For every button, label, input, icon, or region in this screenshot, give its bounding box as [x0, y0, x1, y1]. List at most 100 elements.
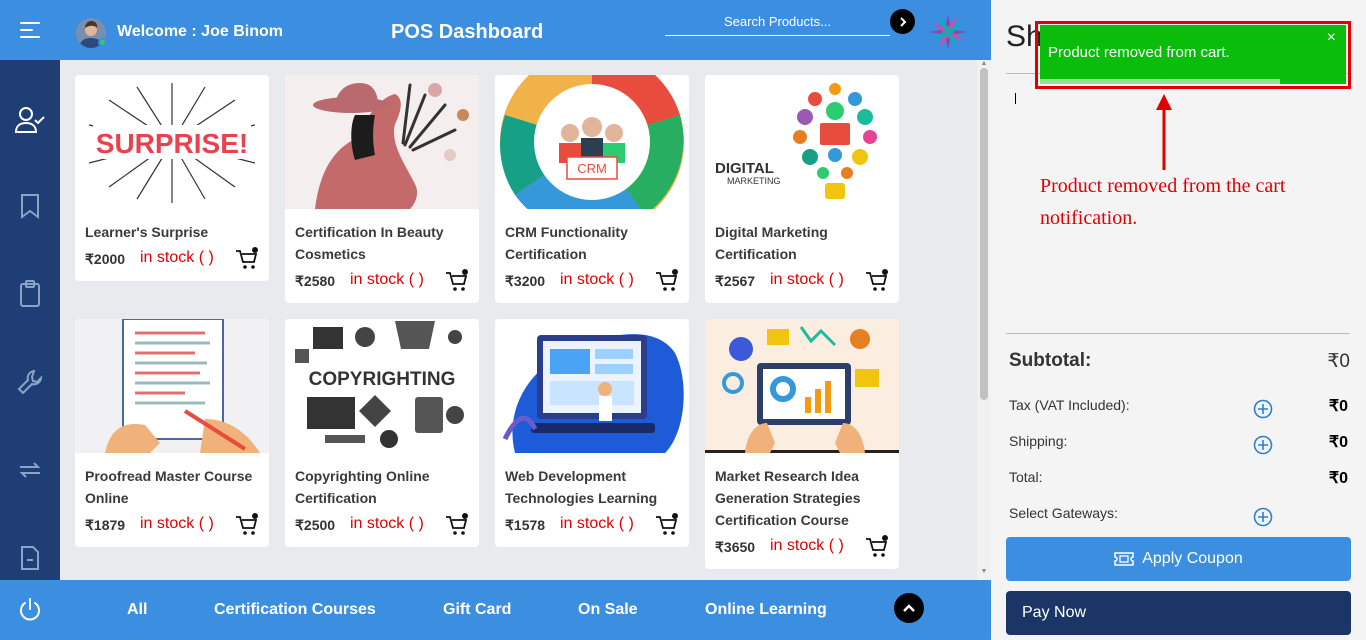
- power-icon: [20, 598, 40, 621]
- gateways-label: Select Gateways:: [1009, 505, 1118, 521]
- sidebar-item-settings[interactable]: [0, 362, 60, 402]
- shipping-label: Shipping:: [1009, 433, 1068, 449]
- svg-text:MARKETING: MARKETING: [727, 176, 781, 186]
- product-image: CRM: [495, 75, 689, 209]
- toast-progress-bar: [1040, 79, 1280, 84]
- sidebar-item-users[interactable]: [0, 100, 60, 140]
- category-gift-card[interactable]: Gift Card: [443, 601, 511, 619]
- add-to-cart-icon[interactable]: [445, 513, 469, 537]
- add-gateway-icon[interactable]: [1253, 507, 1273, 527]
- scroll-up-arrow[interactable]: ▲: [980, 60, 988, 67]
- product-image: [75, 319, 269, 453]
- product-price: ₹3200: [505, 273, 546, 289]
- stock-status: in stock ( ): [560, 515, 634, 532]
- stock-status: in stock ( ): [770, 537, 844, 554]
- product-price: ₹1578: [505, 517, 546, 533]
- user-check-icon: [15, 107, 45, 133]
- apply-coupon-button[interactable]: Apply Coupon: [1006, 537, 1351, 581]
- close-icon[interactable]: ×: [1327, 29, 1336, 47]
- product-name: Proofread Master Course Online: [85, 468, 253, 506]
- svg-text:DIGITAL: DIGITAL: [715, 160, 774, 177]
- product-card[interactable]: Proofread Master Course Online ₹1879 in …: [75, 319, 269, 547]
- add-to-cart-icon[interactable]: [655, 513, 679, 537]
- product-name: Web Development Technologies Learning: [505, 468, 658, 506]
- product-card[interactable]: SURPRISE! Learner's Surprise ₹2000 in st…: [75, 75, 269, 281]
- stock-status: in stock ( ): [350, 515, 424, 532]
- welcome-text: Welcome : Joe Binom: [117, 23, 283, 40]
- brand-logo: [930, 14, 966, 50]
- add-to-cart-icon[interactable]: [445, 269, 469, 293]
- product-card[interactable]: COPYRIGHTING Copyrighting Online Certifi…: [285, 319, 479, 547]
- page-title: POS Dashboard: [391, 21, 544, 43]
- add-to-cart-icon[interactable]: [865, 269, 889, 293]
- product-image: [495, 319, 689, 453]
- total-value: ₹0: [1328, 470, 1348, 487]
- wrench-icon: [17, 369, 43, 395]
- product-price: ₹2567: [715, 273, 756, 289]
- menu-button[interactable]: [0, 0, 60, 60]
- product-image: DIGITAL MARKETING: [705, 75, 899, 209]
- category-all[interactable]: All: [127, 601, 147, 619]
- product-name: Copyrighting Online Certification: [295, 468, 430, 506]
- stock-status: in stock ( ): [140, 515, 214, 532]
- product-card[interactable]: Certification In Beauty Cosmetics ₹2580 …: [285, 75, 479, 303]
- coupon-icon: [1114, 552, 1134, 566]
- search-button[interactable]: [890, 9, 915, 34]
- search-input[interactable]: [665, 8, 890, 36]
- category-certification-courses[interactable]: Certification Courses: [214, 601, 376, 619]
- sidebar-item-transactions[interactable]: [0, 450, 60, 490]
- cart-panel: Sh Subtotal: ₹0 Tax (VAT Included): ₹0 S…: [991, 0, 1366, 640]
- svg-text:CRM: CRM: [577, 161, 607, 176]
- tax-value: ₹0: [1328, 398, 1348, 415]
- sidebar-item-bookmarks[interactable]: [0, 186, 60, 226]
- total-label: Total:: [1009, 469, 1043, 485]
- product-image: COPYRIGHTING: [285, 319, 479, 453]
- product-price: ₹2580: [295, 273, 336, 289]
- product-scrollbar[interactable]: ▲ ▼: [977, 60, 991, 580]
- scroll-top-button[interactable]: [894, 593, 924, 623]
- shipping-value: ₹0: [1328, 434, 1348, 451]
- product-grid: SURPRISE! Learner's Surprise ₹2000 in st…: [60, 60, 977, 580]
- sidebar-item-orders[interactable]: [0, 274, 60, 314]
- svg-text:SURPRISE!: SURPRISE!: [96, 128, 248, 159]
- product-card[interactable]: DIGITAL MARKETING Digital Marketing Cert…: [705, 75, 899, 303]
- product-price: ₹1879: [85, 517, 126, 533]
- online-status-dot: [98, 38, 107, 47]
- product-card[interactable]: Web Development Technologies Learning ₹1…: [495, 319, 689, 547]
- category-bar: All Certification Courses Gift Card On S…: [60, 580, 991, 640]
- category-on-sale[interactable]: On Sale: [578, 601, 638, 619]
- product-name: Market Research Idea Generation Strategi…: [715, 468, 861, 528]
- category-online-learning[interactable]: Online Learning: [705, 601, 827, 619]
- pay-now-button[interactable]: Pay Now: [1006, 591, 1351, 635]
- stock-status: in stock ( ): [770, 271, 844, 288]
- product-image: [705, 319, 899, 453]
- add-to-cart-icon[interactable]: [865, 535, 889, 559]
- stock-status: in stock ( ): [560, 271, 634, 288]
- file-icon: [21, 546, 39, 570]
- repeat-icon: [19, 462, 41, 478]
- add-to-cart-icon[interactable]: [235, 247, 259, 271]
- product-card[interactable]: Market Research Idea Generation Strategi…: [705, 319, 899, 569]
- svg-text:COPYRIGHTING: COPYRIGHTING: [309, 369, 456, 390]
- add-tax-icon[interactable]: [1253, 399, 1273, 419]
- scroll-down-arrow[interactable]: ▼: [980, 568, 988, 575]
- toast-notification: Product removed from cart. ×: [1040, 25, 1346, 84]
- product-name: Learner's Surprise: [85, 224, 209, 240]
- menu-icon: [20, 22, 40, 38]
- pos-app: Welcome : Joe Binom POS Dashboard SURPRI: [0, 0, 1366, 640]
- sidebar-item-reports[interactable]: [0, 538, 60, 578]
- logout-button[interactable]: [0, 580, 60, 640]
- apply-coupon-label: Apply Coupon: [1142, 550, 1243, 567]
- sidebar: [0, 0, 60, 640]
- stock-status: in stock ( ): [350, 271, 424, 288]
- product-name: Certification In Beauty Cosmetics: [295, 224, 444, 262]
- text-cursor: [1015, 93, 1016, 104]
- add-to-cart-icon[interactable]: [235, 513, 259, 537]
- product-card[interactable]: CRM CRM Functionality Certification ₹320…: [495, 75, 689, 303]
- chevron-right-icon: [899, 16, 906, 27]
- add-to-cart-icon[interactable]: [655, 269, 679, 293]
- add-shipping-icon[interactable]: [1253, 435, 1273, 455]
- clipboard-icon: [20, 280, 40, 307]
- scroll-thumb[interactable]: [980, 68, 988, 400]
- subtotal-value: ₹0: [1327, 351, 1350, 372]
